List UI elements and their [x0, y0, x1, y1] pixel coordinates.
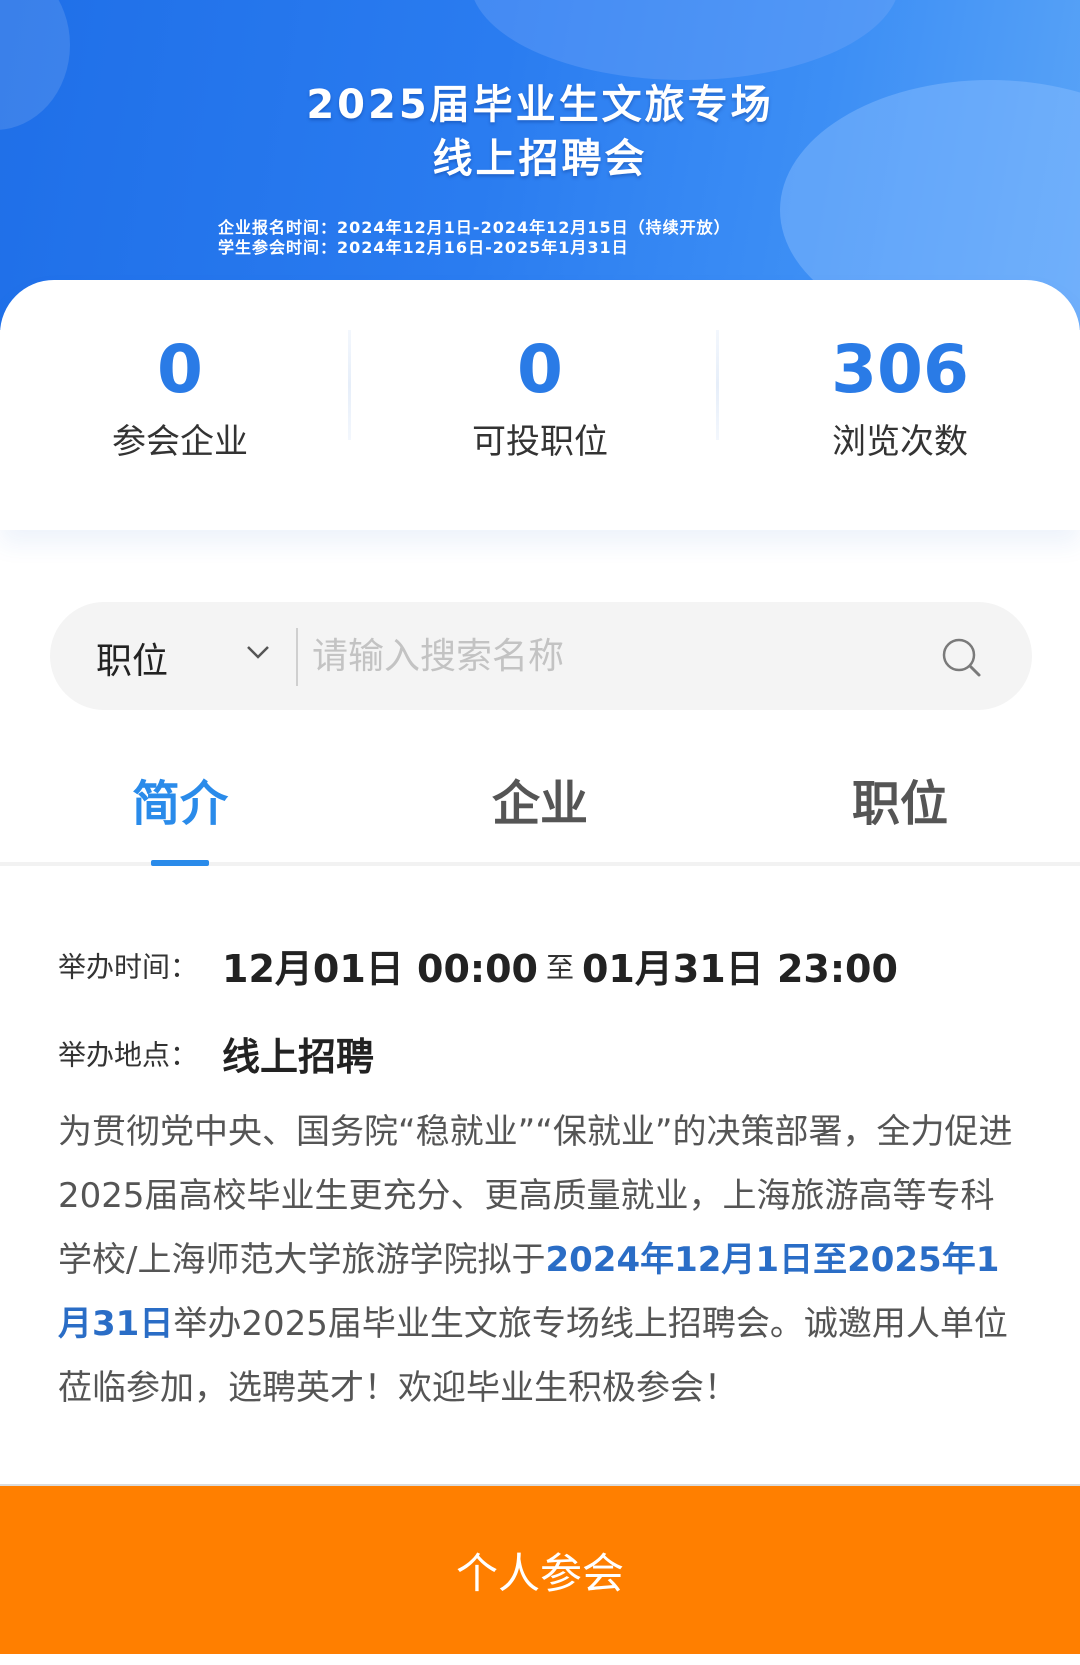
stat-value: 306 [831, 331, 969, 408]
tab-intro[interactable]: 简介 [0, 764, 360, 834]
join-as-individual-button[interactable]: 个人参会 [0, 1484, 1080, 1654]
chevron-down-icon[interactable] [244, 642, 272, 662]
event-time-to: 至 [545, 950, 574, 984]
stat-views: 306 浏览次数 [720, 332, 1080, 463]
stat-label: 参会企业 [112, 422, 248, 462]
search-separator [296, 628, 298, 686]
stat-label: 可投职位 [472, 422, 608, 462]
tab-bar: 简介 企业 职位 [0, 740, 1080, 866]
event-time-start: 12月01日 00:00 [222, 947, 538, 991]
banner-subtitle: 线上招聘会 [432, 136, 648, 182]
event-time-row: 举办时间： 12月01日 00:00 至 01月31日 23:00 [58, 938, 898, 993]
description-text: 举办2025届毕业生文旅专场线上招聘会。诚邀用人单位莅临参加，选聘英才！欢迎毕业… [58, 1304, 1008, 1408]
search-type-dropdown[interactable]: 职位 [96, 632, 168, 684]
search-icon[interactable] [940, 636, 982, 678]
stat-value: 0 [517, 331, 563, 408]
stat-positions: 0 可投职位 [360, 332, 720, 463]
stats-card: 0 参会企业 0 可投职位 306 浏览次数 [0, 280, 1080, 530]
banner-title: 2025届毕业生文旅专场 [306, 82, 774, 128]
tab-positions[interactable]: 职位 [720, 764, 1080, 834]
student-join-time: 学生参会时间：2024年12月16日-2025年1月31日 [218, 238, 629, 257]
event-time-end: 01月31日 23:00 [581, 947, 898, 991]
event-place-label: 举办地点： [58, 1038, 199, 1072]
search-bar: 职位 [50, 602, 1032, 710]
event-description: 为贯彻党中央、国务院“稳就业”“保就业”的决策部署，全力促进2025届高校毕业生… [58, 1100, 1028, 1420]
stat-companies: 0 参会企业 [0, 332, 360, 463]
event-place-row: 举办地点： 线上招聘 [58, 1026, 374, 1081]
event-place-value: 线上招聘 [222, 1035, 375, 1079]
search-input[interactable] [312, 626, 912, 686]
tab-companies[interactable]: 企业 [360, 764, 720, 834]
banner-decoration [470, 0, 900, 80]
stat-divider [716, 330, 719, 440]
stat-divider [348, 330, 351, 440]
stat-label: 浏览次数 [832, 422, 968, 462]
tab-active-indicator [151, 860, 209, 866]
event-time-label: 举办时间： [58, 950, 199, 984]
stat-value: 0 [157, 331, 203, 408]
